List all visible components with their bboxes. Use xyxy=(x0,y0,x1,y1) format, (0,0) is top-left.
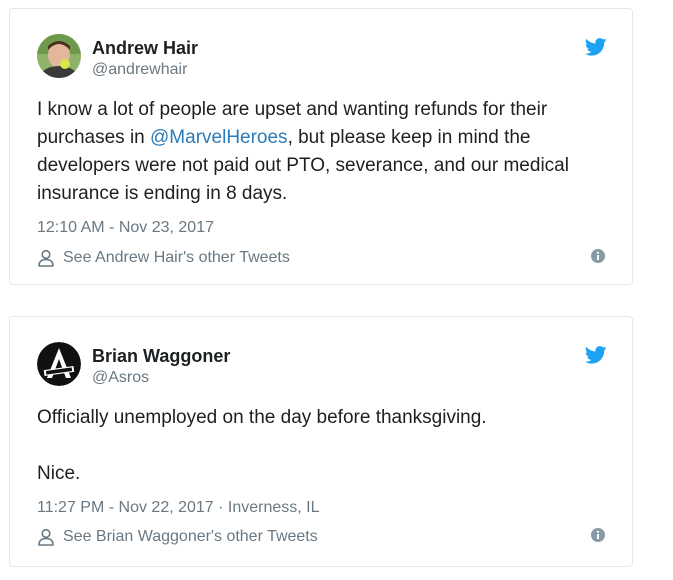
meta-separator: · xyxy=(213,499,228,516)
see-other-tweets-label: See Andrew Hair's other Tweets xyxy=(63,249,290,266)
info-icon[interactable] xyxy=(591,249,605,263)
tweet-meta: 11:27 PM - Nov 22, 2017 · Inverness, IL xyxy=(37,499,320,517)
avatar[interactable] xyxy=(37,34,81,78)
person-icon xyxy=(38,249,54,267)
mention-link[interactable]: @MarvelHeroes xyxy=(150,127,288,148)
twitter-bird-icon[interactable] xyxy=(585,346,607,364)
author-name[interactable]: Brian Waggoner xyxy=(92,346,230,367)
see-other-tweets-link[interactable]: See Andrew Hair's other Tweets xyxy=(37,249,290,267)
tweet-meta: 12:10 AM - Nov 23, 2017 xyxy=(37,219,214,237)
author-handle[interactable]: @andrewhair xyxy=(92,61,187,79)
tweet-card-brian-waggoner[interactable]: Brian Waggoner @Asros Officially unemplo… xyxy=(9,316,633,567)
author-handle[interactable]: @Asros xyxy=(92,369,149,387)
see-other-tweets-link[interactable]: See Brian Waggoner's other Tweets xyxy=(37,528,318,546)
location-label[interactable]: Inverness, IL xyxy=(228,499,320,516)
person-icon xyxy=(38,528,54,546)
twitter-bird-icon[interactable] xyxy=(585,38,607,56)
tweet-text-line: Officially unemployed on the day before … xyxy=(37,407,487,428)
timestamp-link[interactable]: 11:27 PM - Nov 22, 2017 xyxy=(37,499,214,516)
tweet-text: I know a lot of people are upset and wan… xyxy=(37,96,607,208)
info-icon[interactable] xyxy=(591,528,605,542)
tweet-card-andrew-hair[interactable]: Andrew Hair @andrewhair I know a lot of … xyxy=(9,8,633,285)
avatar-logo-icon xyxy=(37,342,81,386)
see-other-tweets-label: See Brian Waggoner's other Tweets xyxy=(63,528,318,545)
avatar-photo-icon xyxy=(37,34,81,78)
author-name[interactable]: Andrew Hair xyxy=(92,38,198,59)
tweet-text-line: Nice. xyxy=(37,463,81,484)
avatar[interactable] xyxy=(37,342,81,386)
timestamp-link[interactable]: 12:10 AM - Nov 23, 2017 xyxy=(37,219,214,236)
